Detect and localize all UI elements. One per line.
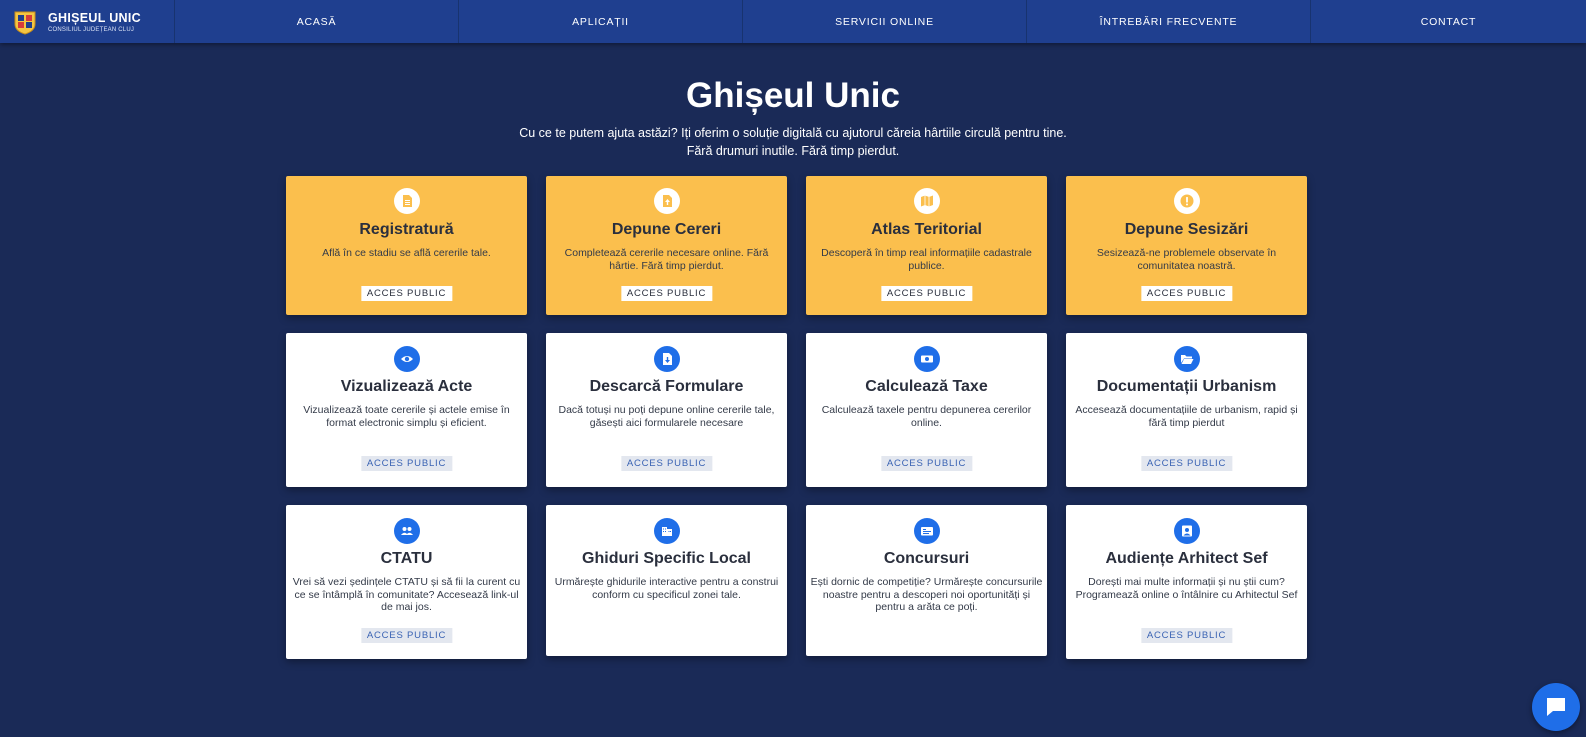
brand-subtitle: CONSILIUL JUDEȚEAN CLUJ xyxy=(48,26,135,33)
card-vizualizeaza-acte[interactable]: Vizualizează Acte Vizualizează toate cer… xyxy=(286,333,527,487)
card-title: Depune Cereri xyxy=(611,221,722,238)
card-description: Dorești mai multe informații și nu știi … xyxy=(1075,576,1298,601)
card-title: Atlas Teritorial xyxy=(871,221,982,238)
card-description: Calculează taxele pentru depunerea cerer… xyxy=(821,404,1032,429)
card-ctatu[interactable]: CTATU Vrei să vezi ședințele CTATU și să… xyxy=(286,505,527,659)
access-badge: ACCES PUBLIC xyxy=(620,286,713,301)
card-description: Vrei să vezi ședințele CTATU și să fii l… xyxy=(292,576,521,613)
card-description: Urmărește ghidurile interactive pentru a… xyxy=(554,576,779,601)
card-descarca-formulare[interactable]: Descarcă Formulare Dacă totuși nu poți d… xyxy=(546,333,787,487)
card-title: Vizualizează Acte xyxy=(340,378,473,395)
file-upload-icon xyxy=(653,188,680,214)
card-concursuri[interactable]: Concursuri Ești dornic de competiție? Ur… xyxy=(806,505,1047,656)
card-description: Completează cererile necesare online. Fă… xyxy=(564,247,769,272)
file-download-icon xyxy=(653,346,680,372)
services-grid: Registratură Află în ce stadiu se află c… xyxy=(286,176,1307,659)
card-description: Află în ce stadiu se află cererile tale. xyxy=(322,247,491,259)
card-title: Registratură xyxy=(359,221,454,238)
card-description: Accesează documentațiile de urbanism, ra… xyxy=(1075,404,1298,429)
card-depune-cereri[interactable]: Depune Cereri Completează cererile neces… xyxy=(546,176,787,315)
page-subtitle: Cu ce te putem ajuta astăzi? Iți oferim … xyxy=(0,124,1586,160)
card-description: Descoperă în timp real informațiile cada… xyxy=(821,247,1032,272)
document-icon xyxy=(393,188,420,214)
card-description: Vizualizează toate cererile și actele em… xyxy=(303,404,510,429)
card-title: Depune Sesizări xyxy=(1124,221,1249,238)
card-audiente-arhitect-sef[interactable]: Audiențe Arhitect Sef Dorești mai multe … xyxy=(1066,505,1307,659)
card-atlas-teritorial[interactable]: Atlas Teritorial Descoperă în timp real … xyxy=(806,176,1047,315)
page-title: Ghișeul Unic xyxy=(686,76,900,115)
card-ghiduri-specific-local[interactable]: Ghiduri Specific Local Urmărește ghiduri… xyxy=(546,505,787,656)
subtitle-line-2: Fără drumuri inutile. Fără timp pierdut. xyxy=(686,144,900,158)
access-badge: ACCES PUBLIC xyxy=(620,456,713,471)
access-badge: ACCES PUBLIC xyxy=(1140,456,1233,471)
chat-button[interactable] xyxy=(1532,683,1580,731)
card-title: Documentații Urbanism xyxy=(1096,378,1277,395)
access-badge: ACCES PUBLIC xyxy=(880,456,973,471)
navbar: GHIȘEUL UNIC CONSILIUL JUDEȚEAN CLUJ ACA… xyxy=(0,0,1586,43)
card-title: CTATU xyxy=(380,550,433,567)
access-badge: ACCES PUBLIC xyxy=(1140,628,1233,643)
access-badge: ACCES PUBLIC xyxy=(1140,286,1233,301)
card-title: Calculează Taxe xyxy=(865,378,988,395)
nav-contact[interactable]: CONTACT xyxy=(1311,0,1586,43)
building-icon xyxy=(653,518,680,544)
exclamation-icon xyxy=(1173,188,1200,214)
card-calculeaza-taxe[interactable]: Calculează Taxe Calculează taxele pentru… xyxy=(806,333,1047,487)
card-title: Audiențe Arhitect Sef xyxy=(1105,550,1268,567)
nav-applications[interactable]: APLICAȚII xyxy=(459,0,743,43)
card-depune-sesizari[interactable]: Depune Sesizări Sesizează-ne problemele … xyxy=(1066,176,1307,315)
chat-icon xyxy=(1547,698,1565,716)
card-title: Concursuri xyxy=(883,550,970,567)
card-registratura[interactable]: Registratură Află în ce stadiu se află c… xyxy=(286,176,527,315)
logo-icon xyxy=(14,11,36,35)
brand[interactable]: GHIȘEUL UNIC CONSILIUL JUDEȚEAN CLUJ xyxy=(0,0,175,43)
card-title: Ghiduri Specific Local xyxy=(582,550,751,567)
subtitle-line-1: Cu ce te putem ajuta astăzi? Iți oferim … xyxy=(519,126,1067,140)
users-icon xyxy=(393,518,420,544)
folder-open-icon xyxy=(1173,346,1200,372)
nav-home[interactable]: ACASĂ xyxy=(175,0,459,43)
access-badge: ACCES PUBLIC xyxy=(360,628,453,643)
card-documentatii-urbanism[interactable]: Documentații Urbanism Accesează document… xyxy=(1066,333,1307,487)
id-card-icon xyxy=(913,518,940,544)
card-description: Sesizează-ne problemele observate în com… xyxy=(1096,247,1277,272)
money-icon xyxy=(913,346,940,372)
nav-faq[interactable]: ÎNTREBĂRI FRECVENTE xyxy=(1027,0,1311,43)
access-badge: ACCES PUBLIC xyxy=(360,286,453,301)
brand-title: GHIȘEUL UNIC xyxy=(48,10,141,25)
card-title: Descarcă Formulare xyxy=(589,378,744,395)
map-icon xyxy=(913,188,940,214)
access-badge: ACCES PUBLIC xyxy=(880,286,973,301)
user-icon xyxy=(1173,518,1200,544)
eye-icon xyxy=(393,346,420,372)
nav-online-services[interactable]: SERVICII ONLINE xyxy=(743,0,1027,43)
access-badge: ACCES PUBLIC xyxy=(360,456,453,471)
card-description: Dacă totuși nu poți depune online cereri… xyxy=(558,404,775,429)
card-description: Ești dornic de competiție? Urmărește con… xyxy=(810,576,1043,613)
